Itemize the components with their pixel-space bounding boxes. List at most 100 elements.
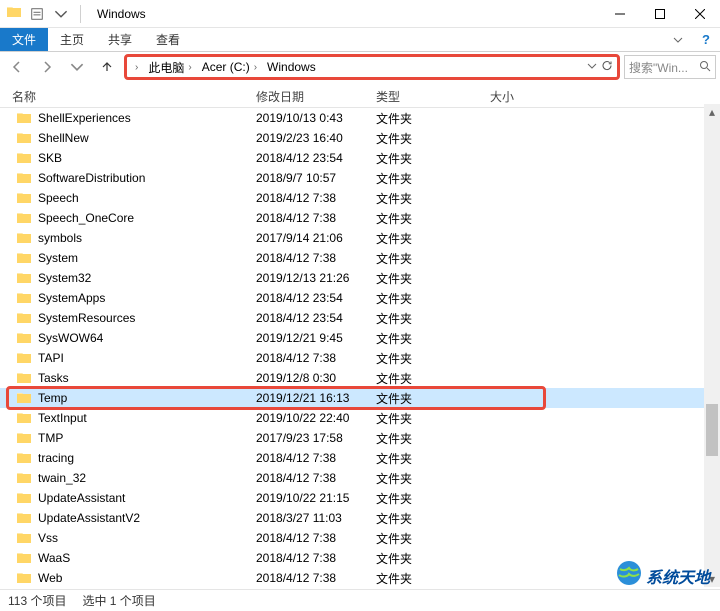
close-button[interactable]	[680, 0, 720, 28]
breadcrumb-seg-2[interactable]: Acer (C:) ›	[198, 57, 261, 77]
quick-access-toolbar	[0, 4, 91, 23]
table-row[interactable]: System322019/12/13 21:26文件夹	[0, 268, 720, 288]
breadcrumb-seg-1[interactable]: 此电脑›	[144, 57, 195, 77]
table-row[interactable]: System2018/4/12 7:38文件夹	[0, 248, 720, 268]
file-name: Vss	[38, 531, 58, 545]
file-name: Temp	[38, 391, 67, 405]
status-selected: 选中 1 个项目	[82, 592, 155, 609]
table-row[interactable]: SysWOW642019/12/21 9:45文件夹	[0, 328, 720, 348]
file-type: 文件夹	[376, 450, 490, 467]
file-type: 文件夹	[376, 370, 490, 387]
table-row[interactable]: ShellNew2019/2/23 16:40文件夹	[0, 128, 720, 148]
chevron-right-icon: ›	[254, 62, 257, 73]
table-row[interactable]: SoftwareDistribution2018/9/7 10:57文件夹	[0, 168, 720, 188]
recent-locations-icon[interactable]	[64, 54, 90, 80]
table-row[interactable]: Tasks2019/12/8 0:30文件夹	[0, 368, 720, 388]
table-row[interactable]: SystemApps2018/4/12 23:54文件夹	[0, 288, 720, 308]
file-name: symbols	[38, 231, 82, 245]
table-row[interactable]: Temp 2019/12/21 16:13文件夹	[0, 388, 720, 408]
table-row[interactable]: tracing2018/4/12 7:38文件夹	[0, 448, 720, 468]
scrollbar-thumb[interactable]	[706, 404, 718, 456]
file-date: 2018/4/12 7:38	[256, 251, 376, 265]
folder-icon	[16, 570, 32, 586]
qat-properties-icon[interactable]	[28, 5, 46, 23]
file-name: twain_32	[38, 471, 86, 485]
table-row[interactable]: SKB2018/4/12 23:54文件夹	[0, 148, 720, 168]
file-type: 文件夹	[376, 570, 490, 587]
divider	[80, 5, 81, 23]
refresh-icon[interactable]	[601, 60, 613, 75]
file-name: Speech_OneCore	[38, 211, 134, 225]
file-date: 2019/12/21 16:13	[256, 391, 376, 405]
address-bar: › 此电脑› Acer (C:) › Windows 搜索"Win...	[0, 52, 720, 82]
table-row[interactable]: ShellExperiences2019/10/13 0:43文件夹	[0, 108, 720, 128]
folder-icon	[16, 270, 32, 286]
table-row[interactable]: TextInput2019/10/22 22:40文件夹	[0, 408, 720, 428]
scroll-up-icon[interactable]: ▴	[704, 104, 720, 120]
folder-icon	[16, 230, 32, 246]
file-type: 文件夹	[376, 270, 490, 287]
folder-icon	[16, 150, 32, 166]
tab-home[interactable]: 主页	[48, 28, 96, 51]
table-row[interactable]: symbols2017/9/14 21:06文件夹	[0, 228, 720, 248]
file-type: 文件夹	[376, 330, 490, 347]
file-date: 2018/4/12 23:54	[256, 291, 376, 305]
file-type: 文件夹	[376, 410, 490, 427]
address-dropdown-icon[interactable]	[587, 60, 597, 74]
folder-icon	[16, 450, 32, 466]
vertical-scrollbar[interactable]: ▴ ▾	[704, 104, 720, 587]
minimize-button[interactable]	[600, 0, 640, 28]
column-name[interactable]: 名称	[12, 86, 256, 107]
scroll-down-icon[interactable]: ▾	[704, 571, 720, 587]
table-row[interactable]: TAPI2018/4/12 7:38文件夹	[0, 348, 720, 368]
up-button[interactable]	[94, 54, 120, 80]
search-input[interactable]: 搜索"Win...	[624, 55, 716, 79]
table-row[interactable]: twain_322018/4/12 7:38文件夹	[0, 468, 720, 488]
tab-view[interactable]: 查看	[144, 28, 192, 51]
file-name: Web	[38, 571, 62, 585]
breadcrumb-seg-3[interactable]: Windows	[263, 57, 320, 77]
ribbon-expand-icon[interactable]	[664, 28, 692, 51]
tab-file[interactable]: 文件	[0, 28, 48, 51]
chevron-down-icon[interactable]	[52, 5, 70, 23]
file-date: 2018/4/12 7:38	[256, 531, 376, 545]
file-type: 文件夹	[376, 310, 490, 327]
file-name: TAPI	[38, 351, 64, 365]
table-row[interactable]: UpdateAssistant2019/10/22 21:15文件夹	[0, 488, 720, 508]
breadcrumb[interactable]: › 此电脑› Acer (C:) › Windows	[124, 54, 620, 80]
chevron-right-icon: ›	[188, 62, 191, 73]
file-type: 文件夹	[376, 110, 490, 127]
file-name: ShellNew	[38, 131, 89, 145]
table-row[interactable]: UpdateAssistantV22018/3/27 11:03文件夹	[0, 508, 720, 528]
file-type: 文件夹	[376, 390, 490, 407]
tab-share[interactable]: 共享	[96, 28, 144, 51]
file-name: SystemApps	[38, 291, 105, 305]
folder-icon	[16, 470, 32, 486]
table-row[interactable]: SystemResources2018/4/12 23:54文件夹	[0, 308, 720, 328]
table-row[interactable]: Speech2018/4/12 7:38文件夹	[0, 188, 720, 208]
table-row[interactable]: TMP2017/9/23 17:58文件夹	[0, 428, 720, 448]
column-size[interactable]: 大小	[490, 86, 720, 107]
file-date: 2019/10/22 21:15	[256, 491, 376, 505]
file-date: 2018/4/12 23:54	[256, 311, 376, 325]
file-date: 2019/12/13 21:26	[256, 271, 376, 285]
back-button[interactable]	[4, 54, 30, 80]
table-row[interactable]: Speech_OneCore2018/4/12 7:38文件夹	[0, 208, 720, 228]
breadcrumb-root[interactable]: ›	[131, 57, 142, 77]
table-row[interactable]: WaaS2018/4/12 7:38文件夹	[0, 548, 720, 568]
breadcrumb-label: Acer (C:)	[202, 60, 250, 74]
file-name: TMP	[38, 431, 63, 445]
column-type[interactable]: 类型	[376, 86, 490, 107]
table-row[interactable]: Web2018/4/12 7:38文件夹	[0, 568, 720, 588]
help-button[interactable]: ?	[692, 28, 720, 51]
forward-button[interactable]	[34, 54, 60, 80]
breadcrumb-label: Windows	[267, 60, 316, 74]
folder-icon	[16, 170, 32, 186]
file-name: SoftwareDistribution	[38, 171, 145, 185]
folder-icon	[16, 210, 32, 226]
maximize-button[interactable]	[640, 0, 680, 28]
column-date[interactable]: 修改日期	[256, 86, 376, 107]
folder-icon	[16, 290, 32, 306]
table-row[interactable]: Vss2018/4/12 7:38文件夹	[0, 528, 720, 548]
file-date: 2018/4/12 7:38	[256, 551, 376, 565]
